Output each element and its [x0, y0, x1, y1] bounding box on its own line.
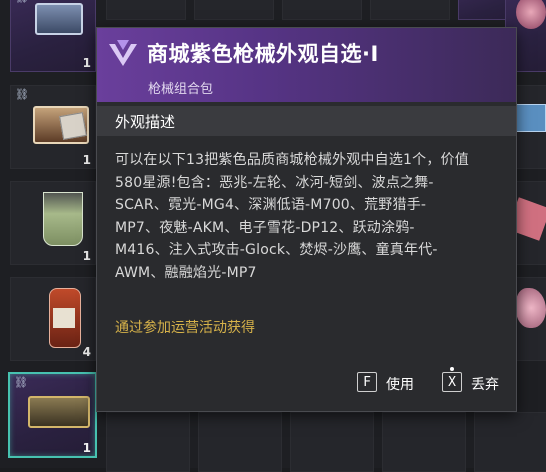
inventory-slot-bottom-5[interactable] [474, 412, 546, 472]
flower-item-icon [516, 0, 546, 29]
inventory-slot-bottom-2[interactable] [198, 412, 282, 472]
item-description: 可以在以下13把紫色品质商城枪械外观中自选1个，价值 580星源!包含：恶兆-左… [115, 149, 507, 284]
description-line: SCAR、霓光-MG4、深渊低语-M700、荒野猎手- [115, 197, 427, 213]
item-source: 通过参加运营活动获得 [115, 320, 255, 336]
inventory-slot-top-3[interactable] [282, 0, 362, 20]
item-category: 枪械组合包 [148, 82, 214, 97]
discard-key-hint[interactable]: X [442, 372, 462, 392]
link-icon: ⛓ [14, 376, 28, 389]
description-line: 可以在以下13把紫色品质商城枪械外观中自选1个，价值 [115, 152, 469, 168]
bottle-label-icon [53, 308, 75, 328]
description-line: MP7、夜魅-AKM、电子雪花-DP12、跃动涂鸦- [115, 219, 415, 236]
inventory-slot-bottom-4[interactable] [382, 412, 466, 472]
inventory-slot-drink[interactable]: 1 [10, 181, 96, 265]
link-icon: ⛓ [15, 88, 29, 101]
item-tooltip: 商城紫色枪械外观自选·I 枪械组合包 外观描述 可以在以下13把紫色品质商城枪械… [96, 27, 517, 412]
link-icon: ⛓ [15, 0, 29, 4]
item-title: 商城紫色枪械外观自选·I [147, 42, 379, 66]
section-header: 外观描述 [97, 106, 516, 136]
inventory-slot-top-4[interactable] [370, 0, 450, 20]
item-count: 1 [82, 153, 91, 167]
inventory-slot-supply-crate[interactable]: ⛓ 1 [10, 85, 96, 169]
use-key-hint[interactable]: F [357, 372, 377, 392]
inventory-slot-weapon-case[interactable]: ⛓ 1 [10, 0, 96, 72]
tooltip-header: 商城紫色枪械外观自选·I 枪械组合包 [97, 28, 516, 102]
gold-weapon-case-icon [28, 396, 90, 428]
item-count: 1 [82, 249, 91, 263]
weapon-case-icon [35, 3, 83, 35]
inventory-slot-bottom-3[interactable] [290, 412, 374, 472]
tooltip-actions: F 使用 X 丢弃 [97, 367, 516, 411]
description-line: AWM、融融焰光-MP7 [115, 264, 257, 281]
card-item-icon [514, 104, 546, 132]
drink-glass-icon [43, 192, 83, 246]
discard-button[interactable]: 丢弃 [471, 374, 499, 394]
section-title: 外观描述 [115, 113, 176, 131]
item-count: 1 [82, 441, 91, 455]
tag-card-icon [59, 112, 87, 140]
use-button[interactable]: 使用 [386, 374, 414, 394]
inventory-slot-top-1[interactable] [106, 0, 186, 20]
inventory-slot-bottom-1[interactable] [106, 412, 190, 472]
purple-rarity-emblem-icon [109, 40, 137, 66]
inventory-slot-top-2[interactable] [194, 0, 274, 20]
item-count: 1 [82, 56, 91, 70]
inventory-slot-gold-case[interactable]: ⛓ 1 [8, 372, 97, 458]
shell-item-icon [516, 288, 546, 328]
description-line: 580星源!包含：恶兆-左轮、冰河-短剑、波点之舞- [115, 174, 434, 191]
hold-indicator-icon [450, 367, 454, 371]
inventory-slot-medicine[interactable]: 4 [10, 277, 96, 361]
description-line: M416、注入式攻击-Glock、焚烬-沙鹰、童真年代- [115, 242, 438, 258]
item-count: 4 [82, 345, 91, 359]
